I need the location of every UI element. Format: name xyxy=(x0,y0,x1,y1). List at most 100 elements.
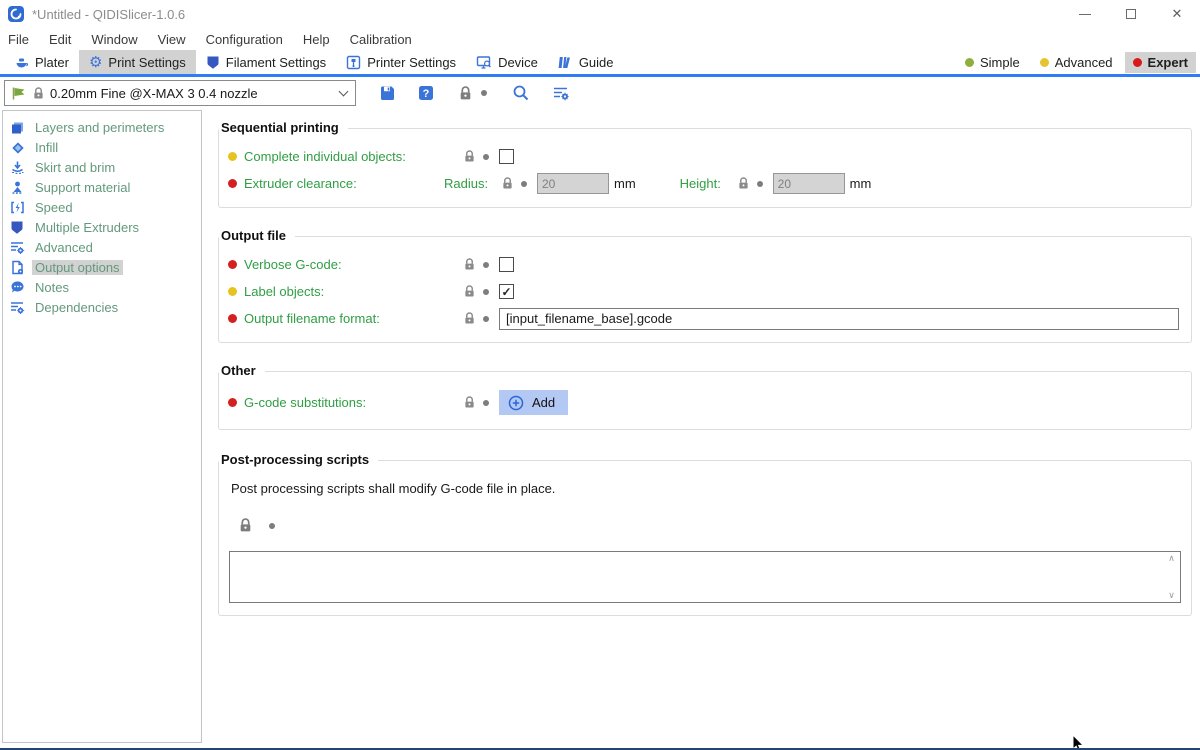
lock-icon[interactable] xyxy=(738,177,749,190)
sidebar-item-notes[interactable]: Notes xyxy=(3,277,201,297)
minimize-icon xyxy=(1079,14,1091,15)
support-icon xyxy=(9,179,25,195)
option-row-output-filename-format: Output filename format: xyxy=(219,305,1191,332)
lock-icon[interactable] xyxy=(464,312,475,325)
simple-mode-dot-icon xyxy=(965,58,974,67)
section-sequential-printing: Sequential printing Complete individual … xyxy=(218,128,1192,208)
dot-icon[interactable] xyxy=(757,181,763,187)
lock-icon xyxy=(459,86,472,101)
gear-icon: ⚙ xyxy=(89,55,102,70)
sidebar-item-dependencies[interactable]: Dependencies xyxy=(3,297,201,317)
label-objects-checkbox[interactable]: ✓ xyxy=(499,284,514,299)
search-icon xyxy=(512,84,530,102)
minimize-button[interactable] xyxy=(1062,0,1108,28)
tab-plater[interactable]: Plater xyxy=(4,50,79,74)
complete-individual-objects-checkbox[interactable] xyxy=(499,149,514,164)
option-row-verbose-gcode: Verbose G-code: xyxy=(219,251,1191,278)
menu-configuration[interactable]: Configuration xyxy=(196,28,293,50)
lock-icon[interactable] xyxy=(464,150,475,163)
dot-icon[interactable] xyxy=(483,154,489,160)
option-label: Verbose G-code: xyxy=(244,257,464,272)
menu-calibration[interactable]: Calibration xyxy=(340,28,422,50)
add-plus-icon xyxy=(508,395,524,411)
section-other: Other G-code substitutions: Add xyxy=(218,371,1192,430)
lock-icon[interactable] xyxy=(464,396,475,409)
sidebar-item-infill[interactable]: Infill xyxy=(3,137,201,157)
setting-bullet-red xyxy=(228,260,237,269)
option-row-extruder-clearance: Extruder clearance: Radius: mm Height: m… xyxy=(219,170,1191,197)
sidebar-item-layers-and-perimeters[interactable]: Layers and perimeters xyxy=(3,117,201,137)
section-post-processing-scripts: Post-processing scripts Post processing … xyxy=(218,460,1192,616)
tab-device[interactable]: Device xyxy=(466,50,548,74)
dot-icon[interactable] xyxy=(521,181,527,187)
setting-bullet-red xyxy=(228,179,237,188)
post-processing-scripts-textarea[interactable] xyxy=(230,552,1163,602)
output-icon xyxy=(9,259,25,275)
lock-icon[interactable] xyxy=(464,285,475,298)
mode-expert[interactable]: Expert xyxy=(1125,52,1196,73)
tab-print-settings[interactable]: ⚙ Print Settings xyxy=(79,50,196,74)
advanced-mode-dot-icon xyxy=(1040,58,1049,67)
option-label: Output filename format: xyxy=(244,311,464,326)
option-label: Label objects: xyxy=(244,284,464,299)
maximize-icon xyxy=(1126,9,1136,19)
dot-icon[interactable] xyxy=(269,523,275,529)
output-filename-format-input[interactable] xyxy=(499,308,1179,330)
tab-filament-settings[interactable]: Filament Settings xyxy=(196,50,336,74)
sidebar-item-output-options[interactable]: Output options xyxy=(3,257,201,277)
menubar: File Edit Window View Configuration Help… xyxy=(0,28,1200,50)
notes-icon xyxy=(9,279,25,295)
option-row-gcode-substitutions: G-code substitutions: Add xyxy=(219,386,1191,419)
dot-icon[interactable] xyxy=(483,262,489,268)
dot-icon[interactable] xyxy=(483,289,489,295)
preset-toolbar: 0.20mm Fine @X-MAX 3 0.4 nozzle ? xyxy=(0,78,1200,108)
close-button[interactable]: ✕ xyxy=(1154,0,1200,28)
scroll-up-icon[interactable]: ∧ xyxy=(1168,554,1175,563)
dot-icon xyxy=(481,90,487,96)
settings-list-icon xyxy=(552,85,570,101)
menu-file[interactable]: File xyxy=(8,28,39,50)
section-title: Sequential printing xyxy=(219,120,348,135)
sidebar-item-advanced[interactable]: Advanced xyxy=(3,237,201,257)
sidebar-item-speed[interactable]: Speed xyxy=(3,197,201,217)
sidebar-item-multiple-extruders[interactable]: Multiple Extruders xyxy=(3,217,201,237)
save-preset-button[interactable] xyxy=(368,80,407,106)
tab-guide[interactable]: Guide xyxy=(548,50,624,74)
menu-help[interactable]: Help xyxy=(293,28,340,50)
tab-printer-settings[interactable]: Printer Settings xyxy=(336,50,466,74)
add-substitution-button[interactable]: Add xyxy=(499,390,568,415)
sidebar-item-skirt-and-brim[interactable]: Skirt and brim xyxy=(3,157,201,177)
compare-settings-button[interactable] xyxy=(541,80,581,106)
dependencies-icon xyxy=(9,299,25,315)
menu-view[interactable]: View xyxy=(148,28,196,50)
verbose-gcode-checkbox[interactable] xyxy=(499,257,514,272)
dot-icon[interactable] xyxy=(483,400,489,406)
height-input[interactable] xyxy=(773,173,845,194)
lock-icon[interactable] xyxy=(464,258,475,271)
maximize-button[interactable] xyxy=(1108,0,1154,28)
sidebar-item-support-material[interactable]: Support material xyxy=(3,177,201,197)
option-label: G-code substitutions: xyxy=(244,395,464,410)
setting-bullet-yellow xyxy=(228,152,237,161)
printer-icon xyxy=(346,55,361,70)
help-button[interactable]: ? xyxy=(407,80,445,106)
infill-icon xyxy=(9,139,25,155)
chevron-down-icon xyxy=(339,87,349,97)
preset-name: 0.20mm Fine @X-MAX 3 0.4 nozzle xyxy=(50,86,334,101)
lock-toggle[interactable] xyxy=(445,86,501,101)
radius-input[interactable] xyxy=(537,173,609,194)
lock-icon[interactable] xyxy=(239,518,252,533)
dot-icon[interactable] xyxy=(483,316,489,322)
search-button[interactable] xyxy=(501,80,541,106)
menu-window[interactable]: Window xyxy=(81,28,147,50)
preset-dropdown[interactable]: 0.20mm Fine @X-MAX 3 0.4 nozzle xyxy=(4,80,356,106)
lock-icon[interactable] xyxy=(502,177,513,190)
mouse-cursor xyxy=(1072,735,1086,750)
setting-bullet-red xyxy=(228,398,237,407)
mode-advanced[interactable]: Advanced xyxy=(1032,52,1121,73)
radius-label: Radius: xyxy=(444,176,492,191)
mode-simple[interactable]: Simple xyxy=(957,52,1028,73)
textarea-scrollbar[interactable]: ∧ ∨ xyxy=(1163,552,1180,602)
menu-edit[interactable]: Edit xyxy=(39,28,81,50)
scroll-down-icon[interactable]: ∨ xyxy=(1168,591,1175,600)
